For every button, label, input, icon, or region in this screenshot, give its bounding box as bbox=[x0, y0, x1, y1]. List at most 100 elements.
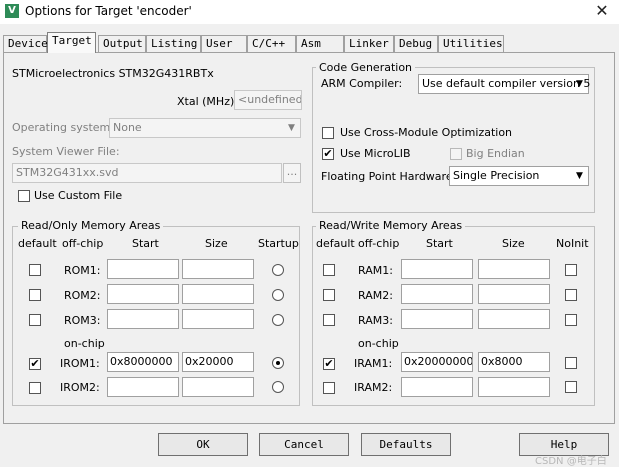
rom1-start-input[interactable] bbox=[107, 259, 179, 279]
big-endian-checkbox[interactable] bbox=[450, 148, 462, 160]
use-custom-file-label: Use Custom File bbox=[34, 189, 123, 202]
irom2-label: IROM2: bbox=[60, 381, 100, 394]
tab-target[interactable]: Target bbox=[47, 32, 96, 53]
irom1-size-input[interactable]: 0x20000 bbox=[182, 352, 254, 372]
ram1-default-checkbox[interactable] bbox=[323, 264, 335, 276]
irom2-default-checkbox[interactable] bbox=[29, 382, 41, 394]
arm-compiler-value: Use default compiler version 5 bbox=[422, 77, 591, 90]
rom2-default-checkbox[interactable] bbox=[29, 289, 41, 301]
tab-linker[interactable]: Linker bbox=[344, 35, 394, 52]
rw-header-offchip: off-chip bbox=[358, 237, 400, 250]
os-select[interactable]: None ▼ bbox=[109, 118, 301, 138]
rw-memory-title: Read/Write Memory Areas bbox=[316, 219, 466, 232]
tab-utilities[interactable]: Utilities bbox=[438, 35, 504, 52]
ram3-size-input[interactable] bbox=[478, 309, 550, 329]
chevron-down-icon: ▼ bbox=[576, 171, 583, 181]
ram2-size-input[interactable] bbox=[478, 284, 550, 304]
iram2-start-input[interactable] bbox=[401, 377, 473, 397]
cancel-button[interactable]: Cancel bbox=[259, 433, 349, 456]
ram2-start-input[interactable] bbox=[401, 284, 473, 304]
tab-c-cpp[interactable]: C/C++ bbox=[247, 35, 296, 52]
ram3-noinit-checkbox[interactable] bbox=[565, 314, 577, 326]
xtal-input[interactable]: <undefined> bbox=[234, 90, 302, 110]
sysview-label: System Viewer File: bbox=[12, 145, 120, 158]
iram1-start-input[interactable]: 0x20000000 bbox=[401, 352, 473, 372]
rw-header-start: Start bbox=[426, 237, 453, 250]
ram2-label: RAM2: bbox=[358, 289, 393, 302]
options-dialog: V Options for Target 'encoder' ✕ Device … bbox=[0, 0, 619, 467]
tab-debug[interactable]: Debug bbox=[394, 35, 438, 52]
rom1-default-checkbox[interactable] bbox=[29, 264, 41, 276]
rom2-startup-radio[interactable] bbox=[272, 289, 284, 301]
watermark: CSDN @电子白 bbox=[535, 456, 607, 467]
rom1-startup-radio[interactable] bbox=[272, 264, 284, 276]
rom1-label: ROM1: bbox=[64, 264, 101, 277]
iram1-label: IRAM1: bbox=[354, 357, 393, 370]
rom3-default-checkbox[interactable] bbox=[29, 314, 41, 326]
iram1-default-checkbox[interactable]: ✔ bbox=[323, 358, 335, 370]
irom1-startup-radio[interactable] bbox=[272, 357, 284, 369]
ro-header-size: Size bbox=[205, 237, 228, 250]
defaults-button[interactable]: Defaults bbox=[361, 433, 451, 456]
ram1-label: RAM1: bbox=[358, 264, 393, 277]
tab-user[interactable]: User bbox=[201, 35, 247, 52]
fpu-select[interactable]: Single Precision ▼ bbox=[449, 166, 589, 186]
arm-compiler-select[interactable]: Use default compiler version 5 ▼ bbox=[418, 74, 591, 94]
close-icon[interactable]: ✕ bbox=[590, 0, 614, 22]
tab-output[interactable]: Output bbox=[98, 35, 146, 52]
ram3-default-checkbox[interactable] bbox=[323, 314, 335, 326]
ro-header-offchip: off-chip bbox=[62, 237, 104, 250]
iram2-noinit-checkbox[interactable] bbox=[565, 381, 577, 393]
chevron-down-icon: ▼ bbox=[576, 79, 583, 89]
fpu-label: Floating Point Hardware: bbox=[321, 170, 457, 183]
iram1-noinit-checkbox[interactable] bbox=[565, 357, 577, 369]
rom3-startup-radio[interactable] bbox=[272, 314, 284, 326]
iram1-size-input[interactable]: 0x8000 bbox=[478, 352, 550, 372]
rw-header-noinit: NoInit bbox=[556, 237, 589, 250]
ram1-size-input[interactable] bbox=[478, 259, 550, 279]
use-custom-file-checkbox[interactable] bbox=[18, 190, 30, 202]
rom2-start-input[interactable] bbox=[107, 284, 179, 304]
tab-asm[interactable]: Asm bbox=[296, 35, 344, 52]
ram3-start-input[interactable] bbox=[401, 309, 473, 329]
irom1-default-checkbox[interactable]: ✔ bbox=[29, 358, 41, 370]
irom2-startup-radio[interactable] bbox=[272, 381, 284, 393]
rw-header-default: default bbox=[316, 237, 355, 250]
irom2-size-input[interactable] bbox=[182, 377, 254, 397]
ram1-start-input[interactable] bbox=[401, 259, 473, 279]
sysview-browse-button[interactable]: ... bbox=[283, 163, 301, 183]
rom1-size-input[interactable] bbox=[182, 259, 254, 279]
keil-app-icon: V bbox=[5, 4, 19, 18]
big-endian-label: Big Endian bbox=[466, 147, 525, 160]
device-name-label: STMicroelectronics STM32G431RBTx bbox=[12, 67, 214, 80]
irom1-start-input[interactable]: 0x8000000 bbox=[107, 352, 179, 372]
rom3-start-input[interactable] bbox=[107, 309, 179, 329]
rw-header-size: Size bbox=[502, 237, 525, 250]
ram1-noinit-checkbox[interactable] bbox=[565, 264, 577, 276]
xtal-label: Xtal (MHz): bbox=[177, 95, 238, 108]
iram2-default-checkbox[interactable] bbox=[323, 382, 335, 394]
ro-onchip-label: on-chip bbox=[64, 337, 105, 350]
sysview-input[interactable]: STM32G431xx.svd bbox=[12, 163, 282, 183]
microlib-checkbox[interactable]: ✔ bbox=[322, 148, 334, 160]
cross-module-checkbox[interactable] bbox=[322, 127, 334, 139]
fpu-value: Single Precision bbox=[453, 169, 540, 182]
ok-button[interactable]: OK bbox=[158, 433, 248, 456]
irom2-start-input[interactable] bbox=[107, 377, 179, 397]
window-title: Options for Target 'encoder' bbox=[25, 4, 192, 18]
rom3-label: ROM3: bbox=[64, 314, 101, 327]
iram2-size-input[interactable] bbox=[478, 377, 550, 397]
os-label: Operating system: bbox=[12, 121, 114, 134]
rom2-size-input[interactable] bbox=[182, 284, 254, 304]
arm-compiler-label: ARM Compiler: bbox=[321, 77, 403, 90]
rom3-size-input[interactable] bbox=[182, 309, 254, 329]
cross-module-label: Use Cross-Module Optimization bbox=[340, 126, 513, 139]
ram2-noinit-checkbox[interactable] bbox=[565, 289, 577, 301]
rom2-label: ROM2: bbox=[64, 289, 101, 302]
irom1-label: IROM1: bbox=[60, 357, 100, 370]
ram2-default-checkbox[interactable] bbox=[323, 289, 335, 301]
tab-device[interactable]: Device bbox=[3, 35, 48, 52]
ro-header-default: default bbox=[18, 237, 57, 250]
ram3-label: RAM3: bbox=[358, 314, 393, 327]
tab-listing[interactable]: Listing bbox=[146, 35, 201, 52]
